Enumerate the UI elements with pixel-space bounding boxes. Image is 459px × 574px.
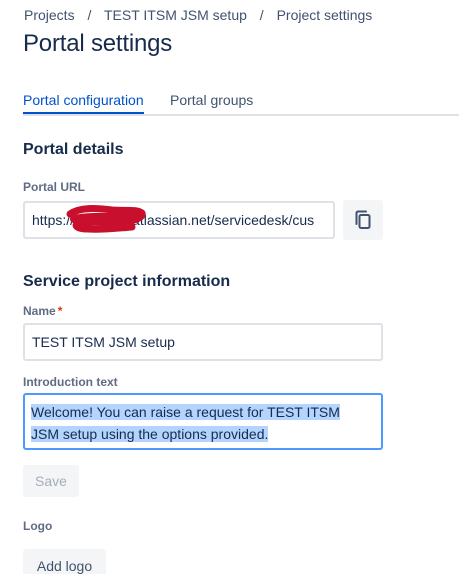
introduction-textarea[interactable]: Welcome! You can raise a request for TES…: [23, 393, 383, 450]
required-marker: *: [57, 304, 63, 318]
portal-details-heading: Portal details: [23, 141, 124, 158]
breadcrumb-separator: /: [259, 7, 264, 23]
logo-label: Logo: [23, 519, 53, 533]
add-logo-button[interactable]: Add logo: [23, 549, 106, 574]
breadcrumb-projects[interactable]: Projects: [24, 7, 75, 23]
breadcrumb-separator: /: [87, 7, 92, 23]
intro-text-line-2: JSM setup using the options provided.: [31, 426, 269, 442]
page-title: Portal settings: [23, 30, 173, 57]
save-button[interactable]: Save: [23, 465, 79, 497]
portal-url-suffix: atlassian.net/servicedesk/cus: [132, 212, 315, 228]
name-input[interactable]: TEST ITSM JSM setup: [23, 323, 383, 361]
breadcrumb: Projects / TEST ITSM JSM setup / Project…: [24, 7, 372, 23]
tab-portal-configuration[interactable]: Portal configuration: [23, 92, 144, 114]
copy-icon: [355, 210, 371, 229]
tab-list: Portal configuration Portal groups: [23, 92, 459, 116]
name-label-text: Name: [23, 304, 56, 318]
breadcrumb-project-settings[interactable]: Project settings: [277, 7, 373, 23]
redaction-scribble: [66, 205, 146, 233]
service-project-heading: Service project information: [23, 273, 231, 290]
name-input-value: TEST ITSM JSM setup: [32, 334, 175, 350]
portal-url-label: Portal URL: [23, 180, 86, 194]
tab-portal-groups[interactable]: Portal groups: [170, 92, 253, 108]
intro-text-line-1: Welcome! You can raise a request for TES…: [31, 404, 340, 420]
introduction-text-label: Introduction text: [23, 375, 118, 389]
breadcrumb-project[interactable]: TEST ITSM JSM setup: [104, 7, 247, 23]
copy-url-button[interactable]: [343, 200, 383, 240]
name-label: Name *: [23, 304, 62, 318]
